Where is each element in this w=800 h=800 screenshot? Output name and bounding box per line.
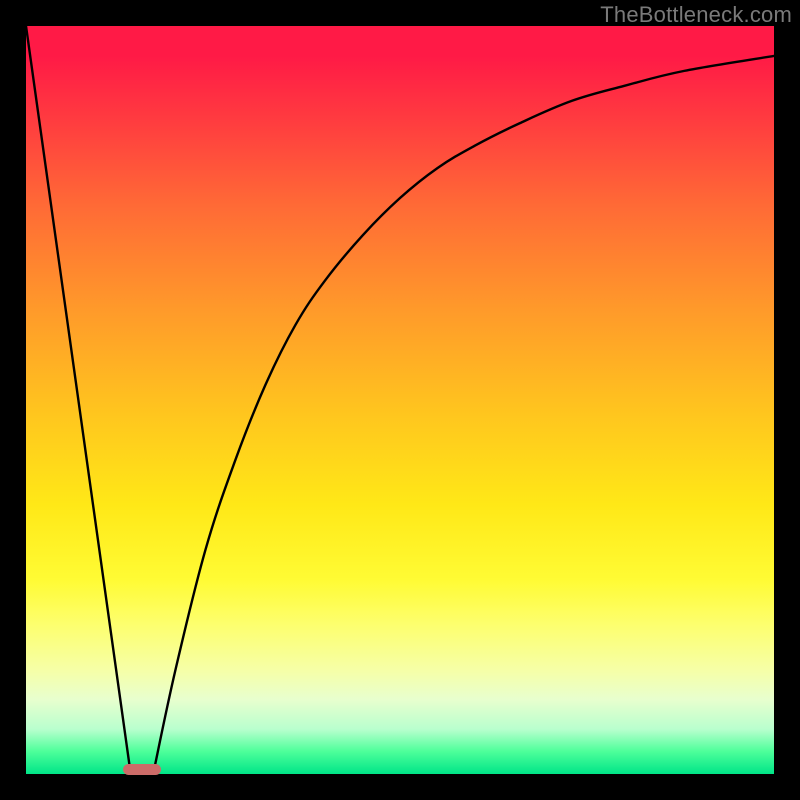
curve-path (26, 26, 774, 774)
watermark-text: TheBottleneck.com (600, 2, 792, 28)
curve-svg (26, 26, 774, 774)
plot-area (26, 26, 774, 774)
chart-frame: TheBottleneck.com (0, 0, 800, 800)
optimum-marker (123, 764, 160, 775)
